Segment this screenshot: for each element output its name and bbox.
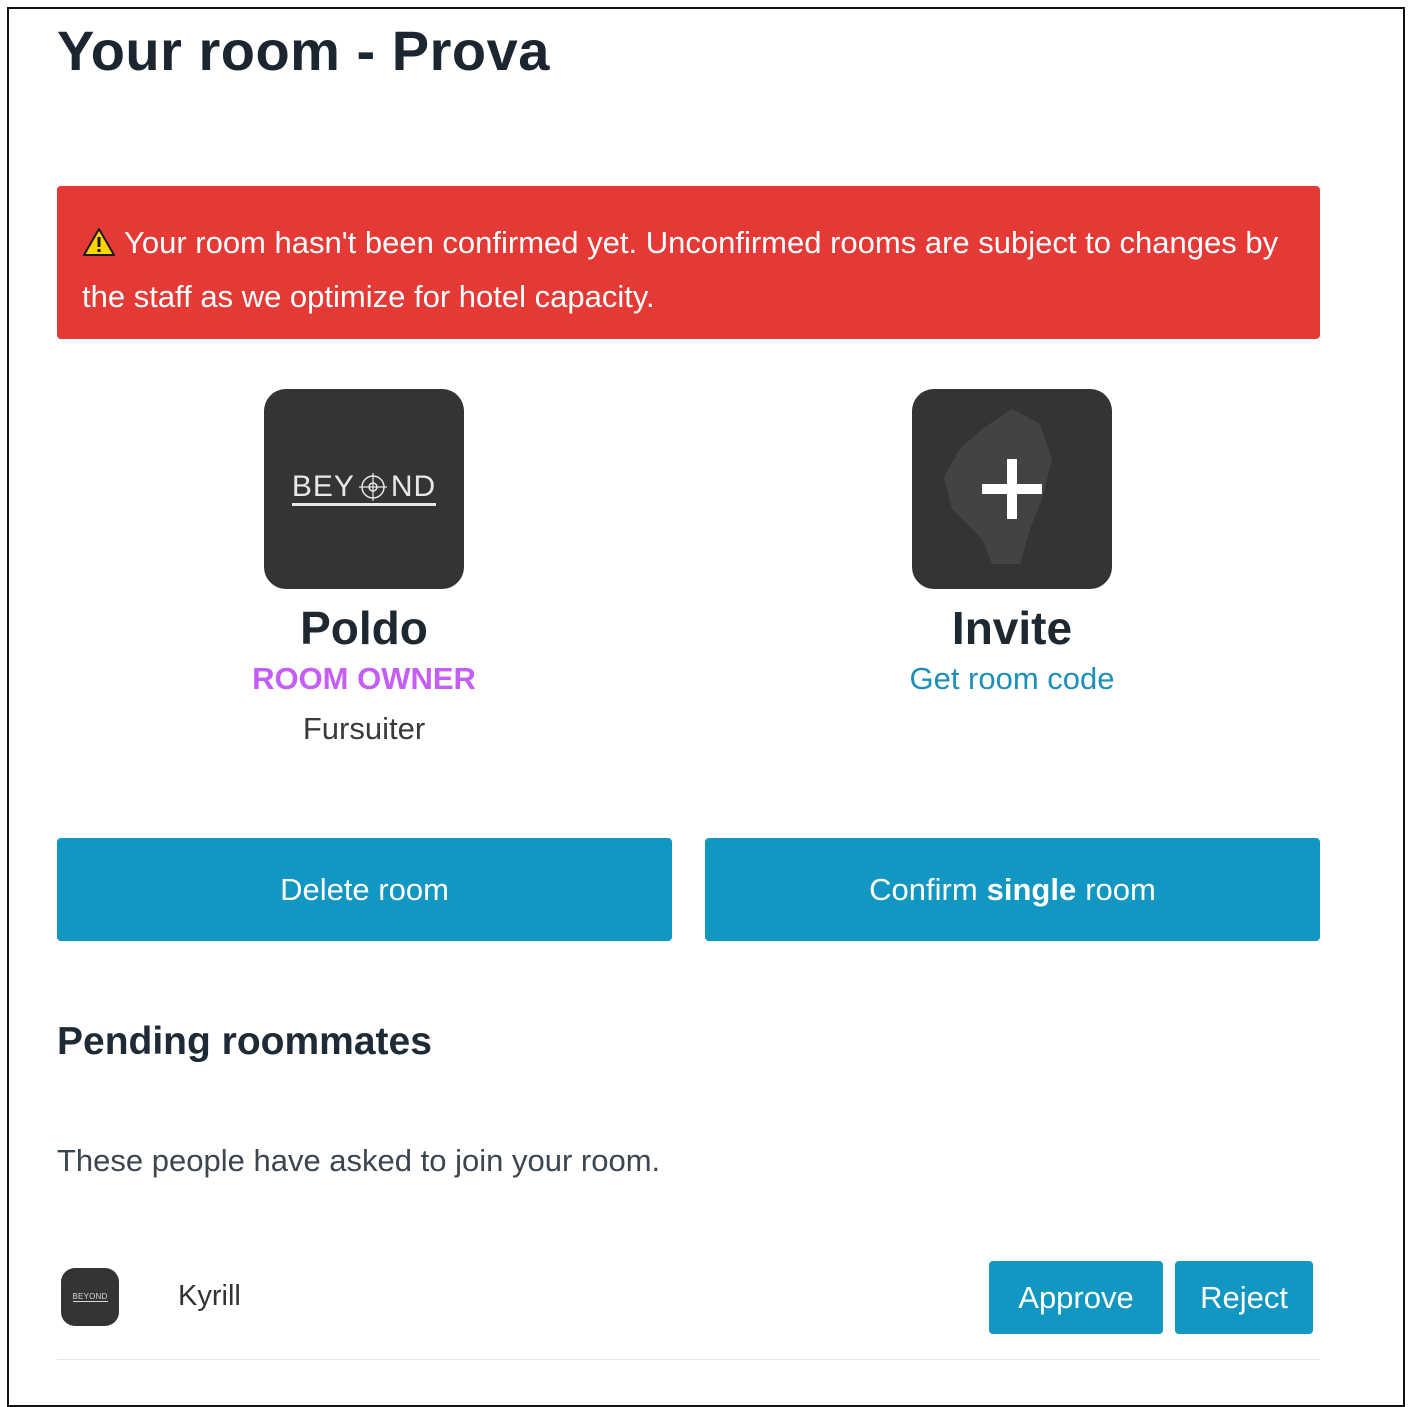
delete-room-label: Delete room <box>280 871 449 907</box>
page-title: Your room - Prova <box>57 19 550 82</box>
owner-role-label: ROOM OWNER <box>252 661 476 696</box>
room-owner-card: BEY ND Poldo ROOM OWNER Fursuiter <box>164 389 564 749</box>
list-item: BEYOND Kyrill Approve Reject <box>57 1260 1320 1360</box>
beyond-logo: BEY ND <box>291 472 437 506</box>
alert-text: Your room hasn't been confirmed yet. Unc… <box>82 225 1279 314</box>
confirm-single-room-button[interactable]: Confirm single room <box>705 838 1320 941</box>
unconfirmed-alert: Your room hasn't been confirmed yet. Unc… <box>57 186 1320 339</box>
get-room-code-link[interactable]: Get room code <box>812 659 1212 699</box>
delete-room-button[interactable]: Delete room <box>57 838 672 941</box>
confirm-bold-label: single <box>986 871 1077 907</box>
confirm-prefix-label: Confirm <box>869 871 978 907</box>
invite-title: Invite <box>951 602 1073 654</box>
pending-roommates-title: Pending roommates <box>57 1020 432 1063</box>
invite-button[interactable] <box>912 389 1112 589</box>
warning-icon <box>82 222 116 272</box>
reject-button[interactable]: Reject <box>1175 1261 1313 1334</box>
owner-name: Poldo <box>300 602 428 654</box>
avatar: BEY ND <box>264 389 464 589</box>
pending-roommates-description: These people have asked to join your roo… <box>57 1143 661 1178</box>
approve-button[interactable]: Approve <box>989 1261 1163 1334</box>
plus-icon <box>982 459 1042 519</box>
beyond-logo: BEYOND <box>72 1291 108 1302</box>
invite-card: Invite Get room code <box>812 389 1212 699</box>
owner-type-label: Fursuiter <box>302 711 426 746</box>
confirm-suffix-label: room <box>1085 871 1156 907</box>
avatar: BEYOND <box>61 1268 119 1326</box>
pending-user-name: Kyrill <box>178 1280 241 1312</box>
